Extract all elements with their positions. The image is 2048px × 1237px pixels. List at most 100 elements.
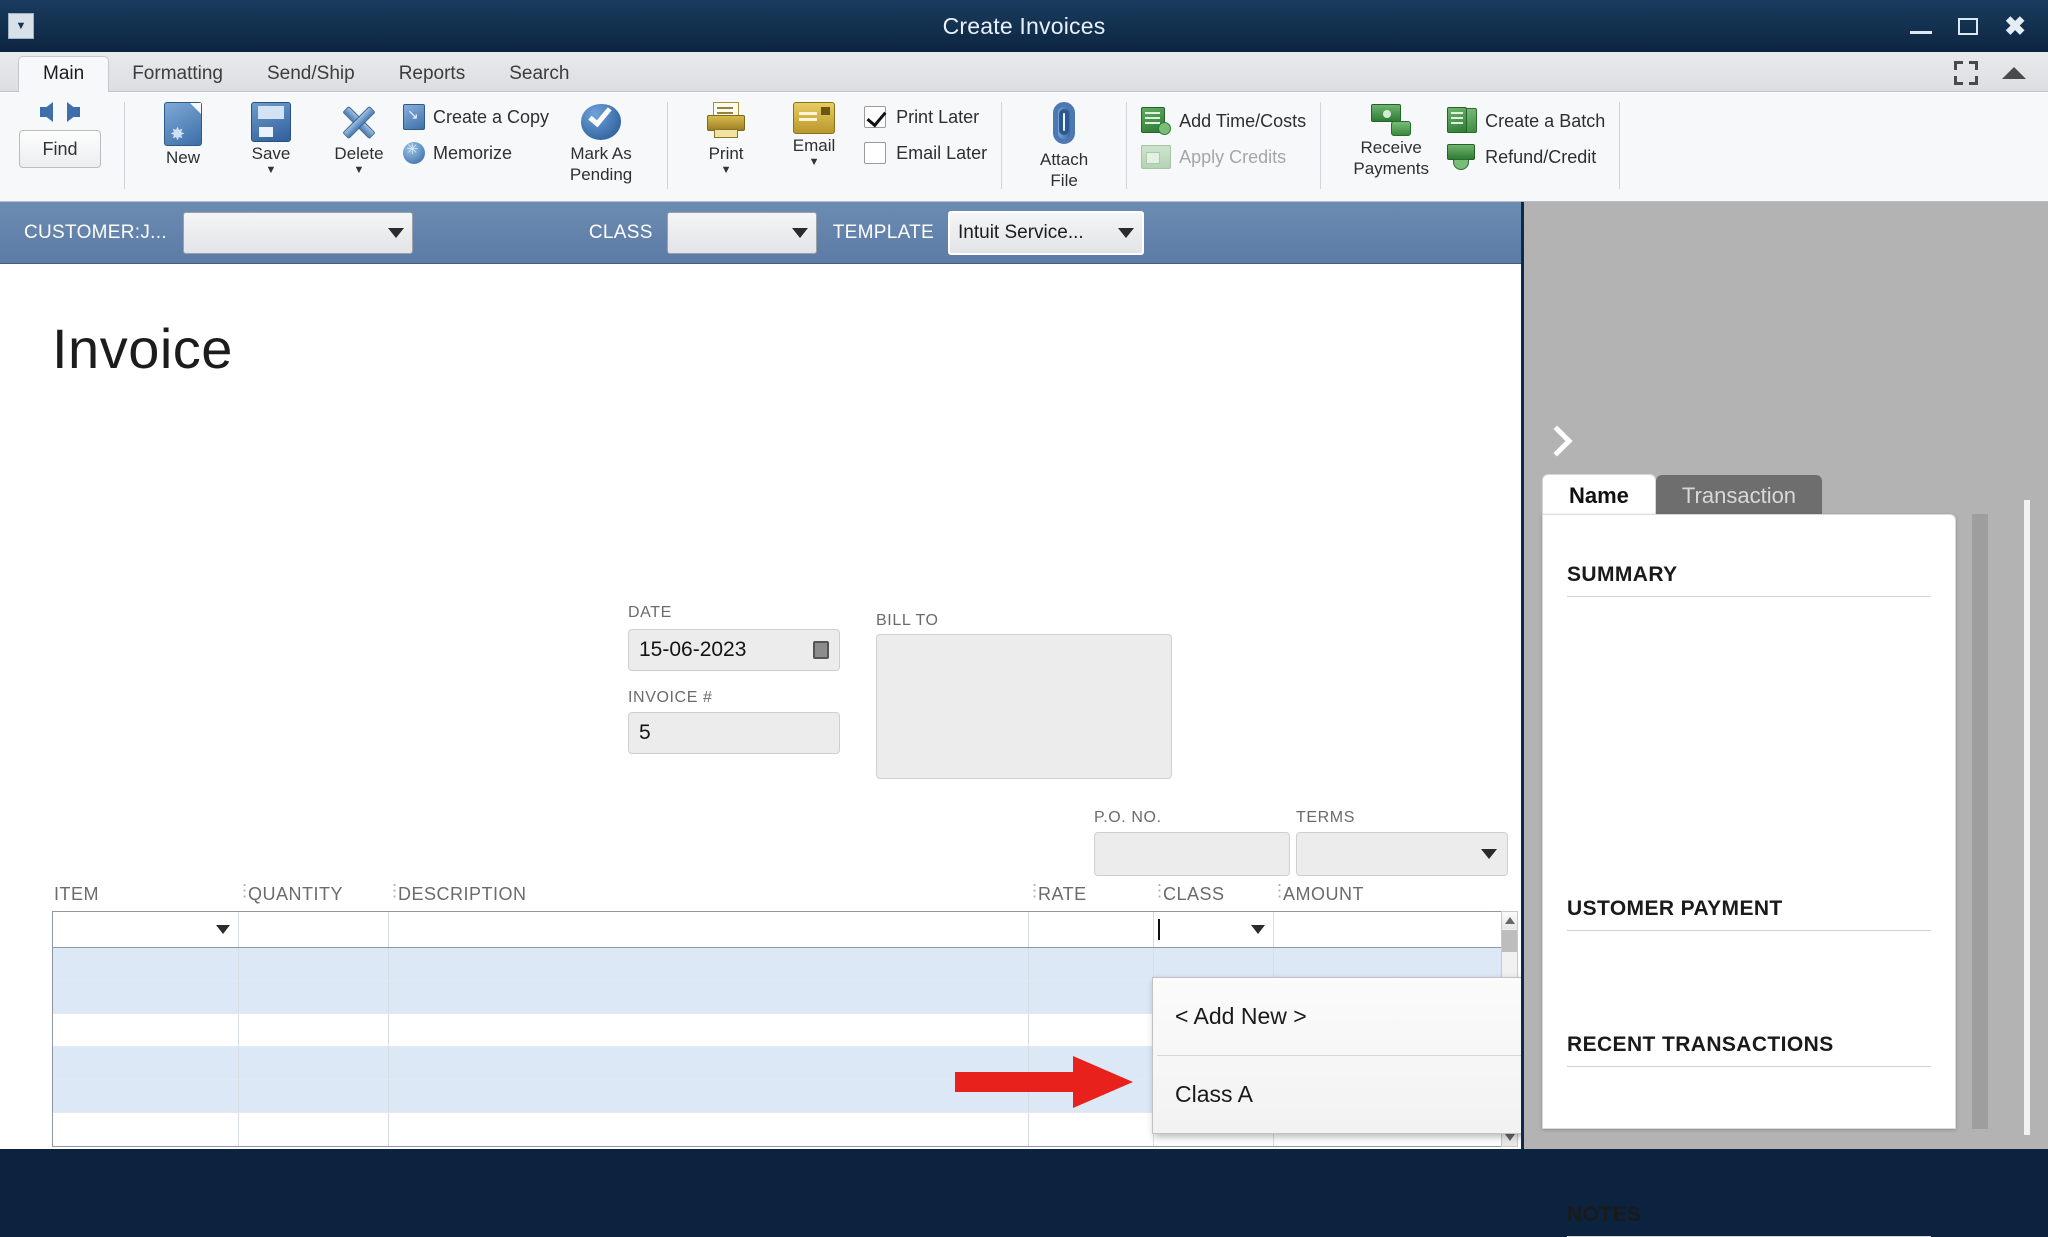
new-button[interactable]: New [139,96,227,167]
cell-class-active[interactable] [1154,912,1274,947]
tab-reports[interactable]: Reports [378,56,487,91]
cell-description[interactable] [389,1113,1029,1146]
receive-payments-button[interactable]: Receive Payments [1335,96,1447,178]
ribbon-divider [124,102,125,189]
bill-to-field[interactable] [876,634,1172,779]
cell-description[interactable] [389,1080,1029,1112]
cell-quantity[interactable] [239,1113,389,1146]
class-dropdown-option-add-new[interactable]: < Add New > [1153,978,1521,1055]
cell-rate[interactable] [1029,1014,1154,1046]
class-dropdown-popup[interactable]: < Add New > Class A [1152,977,1521,1134]
save-floppy-icon [251,102,291,142]
email-later-checkbox[interactable] [864,142,887,164]
cell-rate[interactable] [1029,981,1154,1013]
create-copy-button[interactable]: Create a Copy [403,100,549,134]
new-button-label: New [165,148,200,167]
cell-quantity[interactable] [239,1047,389,1079]
chevron-down-icon[interactable]: ▼ [809,156,820,168]
calendar-icon[interactable] [813,641,829,659]
panel-edge [2024,500,2030,1135]
mark-as-pending-label-1: Mark As [570,144,632,163]
section-divider [1567,596,1931,597]
print-later-checkbox-row[interactable]: Print Later [864,100,987,134]
invoice-form: CUSTOMER:J... CLASS TEMPLATE Intuit Serv… [0,202,1524,1149]
cell-quantity[interactable] [239,1080,389,1112]
cell-description[interactable] [389,1047,1029,1079]
refund-credit-button[interactable]: Refund/Credit [1447,140,1605,174]
chevron-down-icon[interactable]: ▼ [266,164,277,176]
cell-quantity[interactable] [239,948,389,980]
window-title: Create Invoices [942,12,1106,39]
chevron-down-icon[interactable] [1251,925,1265,934]
tab-search[interactable]: Search [488,56,590,91]
cell-description[interactable] [389,1014,1029,1046]
cell-item[interactable] [53,981,239,1013]
cell-rate[interactable] [1029,912,1154,947]
cell-quantity[interactable] [239,981,389,1013]
expand-icon[interactable] [1954,61,1978,85]
ribbon-divider [1001,102,1003,189]
cell-class[interactable] [1154,948,1274,980]
cell-item[interactable] [53,912,239,947]
mark-as-pending-button[interactable]: Mark As Pending [549,96,653,184]
cell-description[interactable] [389,948,1029,980]
add-time-costs-label: Add Time/Costs [1179,110,1307,131]
chevron-down-icon[interactable]: ▼ [354,164,365,176]
apply-credits-button[interactable]: Apply Credits [1141,140,1306,174]
tab-name[interactable]: Name [1542,474,1656,518]
email-later-label: Email Later [896,142,988,163]
save-button[interactable]: Save ▼ [227,96,315,176]
find-button[interactable]: Find [19,130,101,168]
print-button[interactable]: Print ▼ [682,96,770,176]
date-field[interactable]: 15-06-2023 [628,629,840,671]
memorize-button[interactable]: Memorize [403,136,549,170]
cell-description[interactable] [389,981,1029,1013]
refund-credit-label: Refund/Credit [1485,146,1597,167]
chevron-right-icon[interactable] [1541,425,1573,457]
table-row[interactable] [53,912,1501,948]
scrollbar-thumb[interactable] [1502,930,1517,952]
cell-quantity[interactable] [239,1014,389,1046]
section-divider [1567,1066,1931,1067]
print-later-checkbox[interactable] [864,106,887,128]
attach-file-button[interactable]: Attach File [1016,96,1112,190]
class-dropdown-header[interactable] [666,211,817,254]
create-batch-label: Create a Batch [1485,110,1606,131]
cell-item[interactable] [53,948,239,980]
panel-scrollbar[interactable] [1972,514,1988,1129]
arrow-left-icon[interactable] [40,102,53,122]
add-time-costs-button[interactable]: Add Time/Costs [1141,104,1306,138]
cell-item[interactable] [53,1080,239,1112]
customer-job-dropdown[interactable] [182,211,413,254]
chevron-down-icon [1481,849,1497,859]
cell-rate[interactable] [1029,948,1154,980]
tab-send-ship[interactable]: Send/Ship [246,56,376,91]
class-dropdown-option-class-a[interactable]: Class A [1153,1056,1521,1133]
tab-formatting[interactable]: Formatting [111,56,244,91]
cell-item[interactable] [53,1047,239,1079]
chevron-down-icon[interactable] [216,925,230,934]
cell-description[interactable] [389,912,1029,947]
chevron-down-icon[interactable]: ▼ [721,164,732,176]
email-button-label: Email [792,136,836,155]
terms-dropdown[interactable] [1296,832,1508,876]
tab-main[interactable]: Main [18,56,110,92]
cell-amount[interactable] [1274,948,1486,980]
create-batch-button[interactable]: Create a Batch [1447,104,1605,138]
po-number-field[interactable] [1094,832,1290,876]
email-later-checkbox-row[interactable]: Email Later [864,136,987,170]
panel-tab-strip: Name Transaction [1542,474,1823,518]
invoice-number-field[interactable]: 5 [628,712,840,754]
email-button[interactable]: Email ▼ [770,96,858,168]
cell-item[interactable] [53,1113,239,1146]
scroll-up-button[interactable] [1502,912,1517,929]
cell-item[interactable] [53,1014,239,1046]
template-dropdown[interactable]: Intuit Service... [948,210,1145,255]
cell-quantity[interactable] [239,912,389,947]
chevron-up-icon[interactable] [2002,67,2026,79]
arrow-right-icon[interactable] [67,102,80,122]
tab-transaction[interactable]: Transaction [1655,475,1823,518]
cell-amount[interactable] [1274,912,1486,947]
delete-button[interactable]: Delete ▼ [315,96,403,176]
cell-rate[interactable] [1029,1113,1154,1146]
